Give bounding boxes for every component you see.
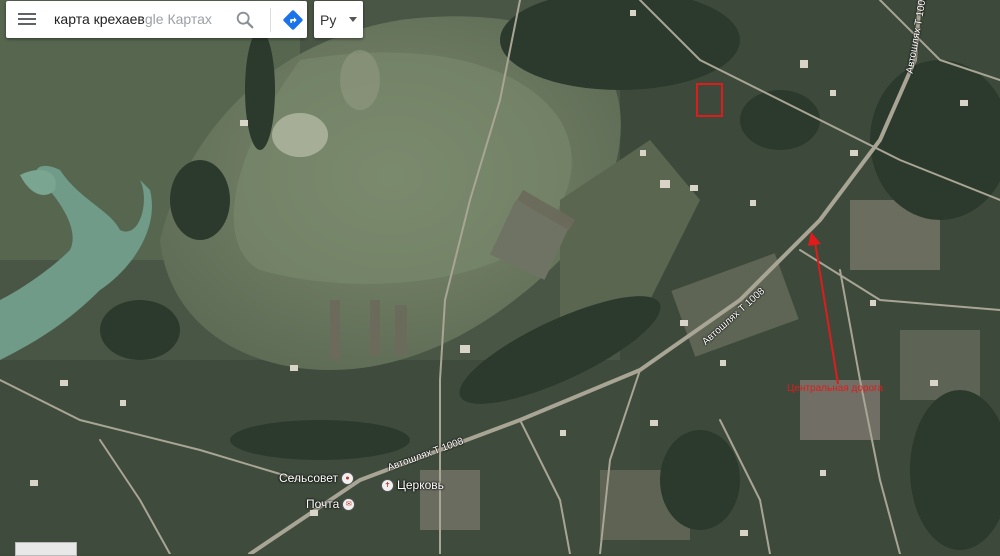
language-label: Ру [320,12,337,28]
poi-village-council[interactable]: Сельсовет ● [279,471,357,485]
poi-label: Церковь [397,478,444,492]
poi-marker-icon: ✉ [342,497,356,511]
directions-icon[interactable] [282,9,304,31]
search-icon[interactable] [234,9,256,31]
search-input[interactable]: карта крехаевgle Картах [54,11,212,27]
poi-label: Почта [306,497,340,511]
poi-marker-icon: ✝ [381,478,394,492]
menu-icon[interactable] [18,11,36,27]
search-placeholder: gle Картах [144,11,212,27]
poi-church[interactable]: ✝ Церковь [378,478,444,492]
search-box[interactable]: карта крехаевgle Картах [6,1,307,38]
annotation-label: Центральная дорога [787,383,884,394]
poi-label: Сельсовет [279,471,339,485]
poi-marker-icon: ● [341,471,355,485]
chevron-down-icon [349,17,357,22]
separator [270,8,271,32]
poi-post-office[interactable]: Почта ✉ [306,497,358,511]
satellite-map[interactable] [0,0,1000,554]
language-selector[interactable]: Ру [314,1,363,38]
search-query: карта крехаев [54,11,145,27]
